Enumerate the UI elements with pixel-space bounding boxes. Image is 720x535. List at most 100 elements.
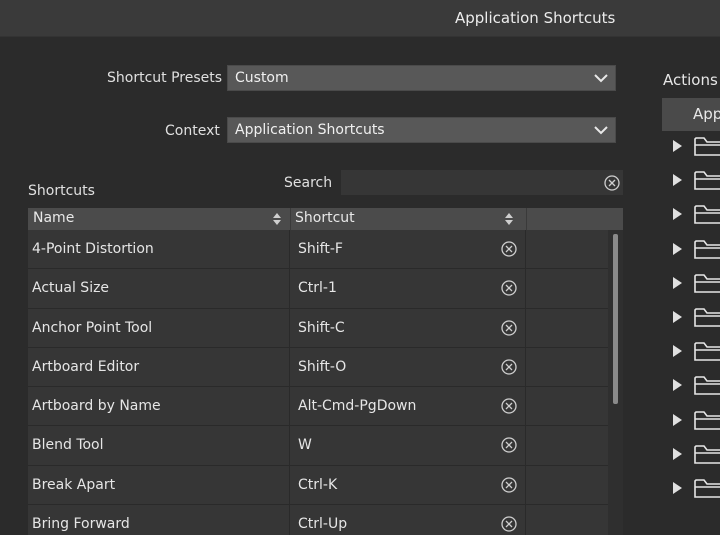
actions-folder-item[interactable] [672, 477, 720, 499]
actions-folder-item[interactable] [672, 443, 720, 465]
folder-icon [694, 342, 720, 361]
column-divider [525, 465, 526, 505]
clear-shortcut-icon[interactable] [500, 476, 518, 494]
folder-icon [694, 205, 720, 225]
table-row[interactable]: Blend Tool W [28, 426, 608, 466]
column-divider [289, 505, 290, 535]
folder-icon [694, 308, 720, 327]
table-body: 4-Point Distortion Shift-F Actual Size C… [28, 230, 623, 535]
column-header-name-label: Name [33, 210, 75, 226]
shortcut-key[interactable]: W [298, 437, 312, 453]
expand-arrow-icon[interactable] [672, 242, 682, 255]
column-header-shortcut[interactable]: Shortcut [290, 208, 527, 230]
folder-icon [694, 376, 720, 396]
table-row[interactable]: Bring Forward Ctrl-Up [28, 505, 608, 535]
table-row[interactable]: Artboard by Name Alt-Cmd-PgDown [28, 387, 608, 427]
shortcut-key[interactable]: Ctrl-K [298, 477, 337, 493]
actions-header[interactable]: App [662, 98, 720, 131]
column-divider [525, 269, 526, 308]
clear-shortcut-icon[interactable] [500, 397, 518, 415]
shortcuts-label: Shortcuts [28, 183, 95, 199]
title-bar: Application Shortcuts [0, 0, 720, 37]
table-row[interactable]: Break Apart Ctrl-K [28, 465, 608, 506]
expand-arrow-icon[interactable] [672, 447, 682, 460]
window-title: Application Shortcuts [455, 9, 616, 27]
folder-icon [694, 444, 720, 464]
chevron-down-icon [594, 74, 608, 83]
expand-arrow-icon[interactable] [672, 140, 682, 152]
shortcut-key[interactable]: Alt-Cmd-PgDown [298, 398, 416, 414]
expand-arrow-icon[interactable] [672, 413, 682, 426]
actions-folder-item[interactable] [672, 203, 720, 225]
actions-folder-item[interactable] [672, 238, 720, 260]
actions-folder-item[interactable] [672, 272, 720, 294]
shortcut-presets-dropdown[interactable]: Custom [227, 65, 616, 91]
column-divider [289, 426, 290, 465]
table-row[interactable]: Actual Size Ctrl-1 [28, 269, 608, 309]
column-divider [525, 426, 526, 465]
shortcut-presets-label: Shortcut Presets [107, 70, 223, 86]
shortcuts-table: Name Shortcut 4-Point Distortion Shift-F… [28, 208, 623, 535]
sort-arrows-icon [505, 213, 513, 225]
table-header: Name Shortcut [28, 208, 623, 230]
expand-arrow-icon[interactable] [672, 311, 682, 323]
shortcut-key[interactable]: Shift-F [298, 241, 343, 257]
search-input[interactable] [341, 170, 623, 195]
actions-folder-item[interactable] [672, 340, 720, 362]
folder-icon [694, 273, 720, 293]
clear-shortcut-icon[interactable] [500, 358, 518, 376]
shortcut-key[interactable]: Shift-C [298, 320, 345, 336]
clear-search-icon[interactable] [603, 174, 621, 192]
column-divider [525, 387, 526, 426]
column-divider [525, 347, 526, 387]
shortcut-name: Blend Tool [32, 437, 104, 454]
column-header-name[interactable]: Name [28, 208, 291, 230]
expand-arrow-icon[interactable] [672, 379, 682, 392]
column-divider [289, 308, 290, 347]
actions-header-label: App [693, 105, 720, 123]
actions-folder-item[interactable] [672, 374, 720, 396]
shortcut-name: Artboard Editor [32, 358, 140, 375]
folder-icon [694, 410, 720, 430]
expand-arrow-icon[interactable] [672, 208, 682, 221]
expand-arrow-icon[interactable] [672, 345, 682, 358]
context-value: Application Shortcuts [235, 122, 385, 138]
table-row[interactable]: Anchor Point Tool Shift-C [28, 308, 608, 348]
context-dropdown[interactable]: Application Shortcuts [227, 117, 616, 143]
folder-icon [694, 239, 720, 259]
actions-folder-item[interactable] [672, 135, 720, 157]
actions-folder-item[interactable] [672, 306, 720, 328]
column-divider [525, 230, 526, 269]
column-header-shortcut-label: Shortcut [295, 210, 355, 226]
clear-shortcut-icon[interactable] [500, 436, 518, 454]
column-header-blank [526, 208, 623, 230]
table-scrollbar-thumb[interactable] [613, 234, 618, 404]
clear-shortcut-icon[interactable] [500, 515, 518, 533]
table-row[interactable]: Artboard Editor Shift-O [28, 347, 608, 388]
clear-shortcut-icon[interactable] [500, 279, 518, 297]
shortcut-key[interactable]: Ctrl-Up [298, 516, 347, 532]
actions-folder-item[interactable] [672, 409, 720, 431]
shortcut-name: Anchor Point Tool [32, 319, 153, 336]
column-divider [525, 505, 526, 535]
shortcut-key[interactable]: Ctrl-1 [298, 280, 337, 296]
column-divider [289, 230, 290, 269]
table-row[interactable]: 4-Point Distortion Shift-F [28, 230, 608, 270]
expand-arrow-icon[interactable] [672, 174, 682, 187]
shortcut-name: Artboard by Name [32, 398, 161, 415]
shortcut-name: 4-Point Distortion [32, 241, 154, 257]
column-divider [525, 308, 526, 347]
shortcut-name: Actual Size [32, 280, 110, 297]
clear-shortcut-icon[interactable] [500, 240, 518, 258]
actions-folder-item[interactable] [672, 169, 720, 191]
expand-arrow-icon[interactable] [672, 482, 682, 494]
column-divider [289, 347, 290, 387]
expand-arrow-icon[interactable] [672, 276, 682, 289]
search-label: Search [284, 175, 333, 191]
shortcut-key[interactable]: Shift-O [298, 359, 346, 375]
column-divider [289, 269, 290, 308]
folder-icon [694, 171, 720, 190]
clear-shortcut-icon[interactable] [500, 319, 518, 337]
folder-icon [694, 479, 720, 498]
shortcut-name: Bring Forward [32, 516, 130, 533]
